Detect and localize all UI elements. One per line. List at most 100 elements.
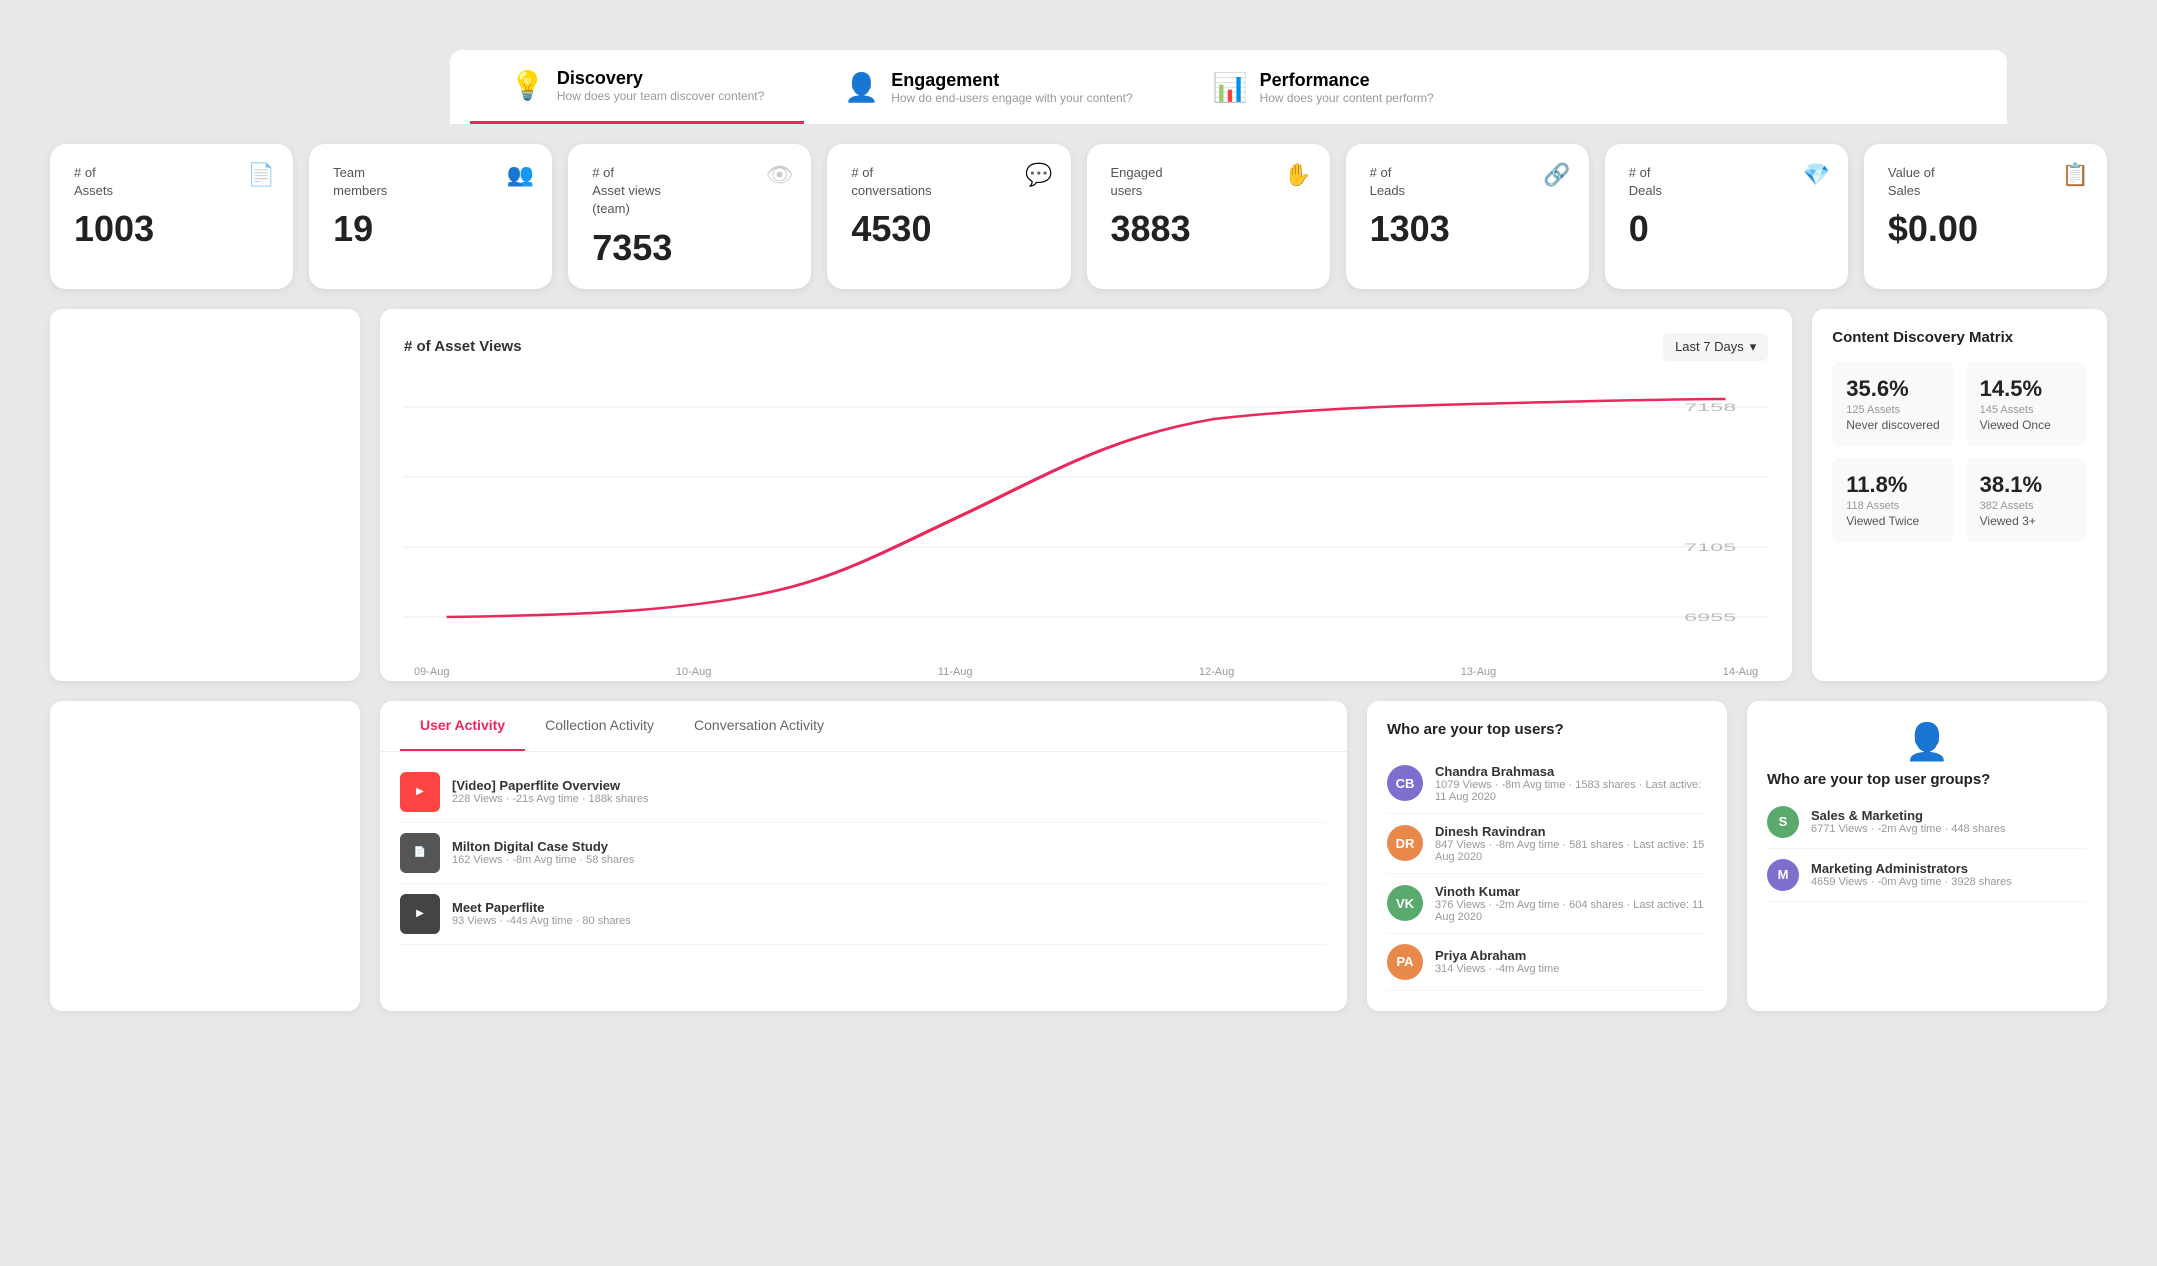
group-avatar-1: M: [1767, 859, 1799, 891]
metric-leads: 🔗 # ofLeads 1303: [1346, 144, 1589, 289]
matrix-label-2: Viewed Twice: [1846, 514, 1939, 528]
activity-info-1: Milton Digital Case Study 162 Views · -8…: [452, 839, 634, 866]
activity-item-2: ▶ Meet Paperflite 93 Views · -44s Avg ti…: [400, 884, 1327, 945]
tab-discovery[interactable]: 💡 Discovery How does your team discover …: [470, 50, 804, 124]
team-label: Teammembers: [333, 164, 528, 200]
sales-value: $0.00: [1888, 208, 2083, 250]
chart-svg: 7158 7105 6955: [404, 377, 1768, 657]
leads-icon: 🔗: [1543, 162, 1570, 188]
matrix-label-1: Viewed Once: [1980, 418, 2073, 432]
activity-title-0: [Video] Paperflite Overview: [452, 778, 648, 793]
leads-label: # ofLeads: [1370, 164, 1565, 200]
top-users-panel: Who are your top users? CB Chandra Brahm…: [1367, 701, 1727, 1011]
metric-sales: 📋 Value ofSales $0.00: [1864, 144, 2107, 289]
team-icon: 👥: [507, 162, 534, 188]
matrix-assets-1: 145 Assets: [1980, 404, 2073, 416]
activity-item-1: 📄 Milton Digital Case Study 162 Views · …: [400, 823, 1327, 884]
matrix-cell-1: 14.5% 145 Assets Viewed Once: [1966, 362, 2087, 446]
conversations-label: # ofconversations: [851, 164, 1046, 200]
tab-engagement-subtitle: How do end-users engage with your conten…: [891, 91, 1132, 105]
chevron-down-icon: ▾: [1750, 339, 1757, 355]
matrix-label-3: Viewed 3+: [1980, 514, 2073, 528]
user-avatar-3: PA: [1387, 944, 1423, 980]
x-label-1: 10-Aug: [676, 666, 711, 678]
activity-list: ▶ [Video] Paperflite Overview 228 Views …: [380, 752, 1347, 955]
performance-icon: 📊: [1213, 71, 1248, 104]
chart-filter-dropdown[interactable]: Last 7 Days ▾: [1663, 333, 1768, 361]
matrix-assets-0: 125 Assets: [1846, 404, 1939, 416]
activity-item-0: ▶ [Video] Paperflite Overview 228 Views …: [400, 762, 1327, 823]
conversations-icon: 💬: [1025, 162, 1052, 188]
groups-icon: 👤: [1767, 721, 2087, 763]
user-info-0: Chandra Brahmasa 1079 Views · -8m Avg ti…: [1435, 764, 1707, 803]
activity-thumb-1: 📄: [400, 833, 440, 873]
activity-thumb-0: ▶: [400, 772, 440, 812]
activity-panel: User Activity Collection Activity Conver…: [380, 701, 1347, 1011]
activity-info-0: [Video] Paperflite Overview 228 Views · …: [452, 778, 648, 805]
activity-meta-0: 228 Views · -21s Avg time · 188k shares: [452, 793, 648, 805]
engaged-users-icon: ✋: [1284, 162, 1311, 188]
metric-engaged-users: ✋ Engagedusers 3883: [1087, 144, 1330, 289]
tab-performance[interactable]: 📊 Performance How does your content perf…: [1173, 50, 1474, 124]
activity-tabs: User Activity Collection Activity Conver…: [380, 701, 1347, 752]
matrix-pct-1: 14.5%: [1980, 376, 2073, 402]
user-meta-1: 847 Views · -8m Avg time · 581 shares · …: [1435, 839, 1707, 863]
engaged-users-value: 3883: [1111, 208, 1306, 250]
chart-header: # of Asset Views Last 7 Days ▾: [404, 333, 1768, 361]
metric-deals: 💎 # ofDeals 0: [1605, 144, 1848, 289]
top-users-title: Who are your top users?: [1387, 721, 1707, 738]
content-area: # of Asset Views Last 7 Days ▾ 7158 7105: [50, 309, 2107, 681]
conversations-value: 4530: [851, 208, 1046, 250]
x-label-0: 09-Aug: [414, 666, 449, 678]
tab-discovery-title: Discovery: [557, 68, 764, 89]
user-info-1: Dinesh Ravindran 847 Views · -8m Avg tim…: [1435, 824, 1707, 863]
top-groups-panel: 👤 Who are your top user groups? S Sales …: [1747, 701, 2107, 1011]
matrix-cell-0: 35.6% 125 Assets Never discovered: [1832, 362, 1953, 446]
user-avatar-2: VK: [1387, 885, 1423, 921]
activity-info-2: Meet Paperflite 93 Views · -44s Avg time…: [452, 900, 631, 927]
user-name-3: Priya Abraham: [1435, 948, 1559, 963]
group-item-0: S Sales & Marketing 6771 Views · -2m Avg…: [1767, 796, 2087, 849]
activity-meta-1: 162 Views · -8m Avg time · 58 shares: [452, 854, 634, 866]
sales-label: Value ofSales: [1888, 164, 2083, 200]
chart-filter-label: Last 7 Days: [1675, 339, 1744, 354]
tab-conversation-activity[interactable]: Conversation Activity: [674, 701, 844, 751]
deals-icon: 💎: [1802, 162, 1829, 188]
matrix-title: Content Discovery Matrix: [1832, 329, 2087, 346]
user-avatar-1: DR: [1387, 825, 1423, 861]
assets-icon: 📄: [248, 162, 275, 188]
deals-value: 0: [1629, 208, 1824, 250]
svg-text:7105: 7105: [1684, 540, 1736, 553]
group-item-1: M Marketing Administrators 4659 Views · …: [1767, 849, 2087, 902]
activity-thumb-2: ▶: [400, 894, 440, 934]
chart-x-labels: 09-Aug 10-Aug 11-Aug 12-Aug 13-Aug 14-Au…: [404, 666, 1768, 678]
assets-label: # ofAssets: [74, 164, 269, 200]
chart-title: # of Asset Views: [404, 338, 522, 355]
bottom-left-panel: [50, 701, 360, 1011]
activity-meta-2: 93 Views · -44s Avg time · 80 shares: [452, 915, 631, 927]
team-value: 19: [333, 208, 528, 250]
group-info-1: Marketing Administrators 4659 Views · -0…: [1811, 861, 2012, 888]
matrix-pct-2: 11.8%: [1846, 472, 1939, 498]
svg-text:6955: 6955: [1684, 610, 1736, 623]
left-panel: [50, 309, 360, 681]
svg-text:7158: 7158: [1684, 400, 1736, 413]
tab-user-activity[interactable]: User Activity: [400, 701, 525, 751]
chart-panel: # of Asset Views Last 7 Days ▾ 7158 7105: [380, 309, 1792, 681]
matrix-pct-0: 35.6%: [1846, 376, 1939, 402]
tab-engagement[interactable]: 👤 Engagement How do end-users engage wit…: [804, 50, 1172, 124]
group-avatar-0: S: [1767, 806, 1799, 838]
metric-assets: 📄 # ofAssets 1003: [50, 144, 293, 289]
user-avatar-0: CB: [1387, 765, 1423, 801]
engagement-icon: 👤: [844, 71, 879, 104]
asset-views-icon: 👁: [765, 162, 793, 188]
leads-value: 1303: [1370, 208, 1565, 250]
discovery-icon: 💡: [510, 69, 545, 102]
top-groups-title: Who are your top user groups?: [1767, 771, 2087, 788]
user-name-1: Dinesh Ravindran: [1435, 824, 1707, 839]
tab-collection-activity[interactable]: Collection Activity: [525, 701, 674, 751]
group-name-1: Marketing Administrators: [1811, 861, 2012, 876]
metric-conversations: 💬 # ofconversations 4530: [827, 144, 1070, 289]
matrix-assets-3: 382 Assets: [1980, 500, 2073, 512]
assets-value: 1003: [74, 208, 269, 250]
